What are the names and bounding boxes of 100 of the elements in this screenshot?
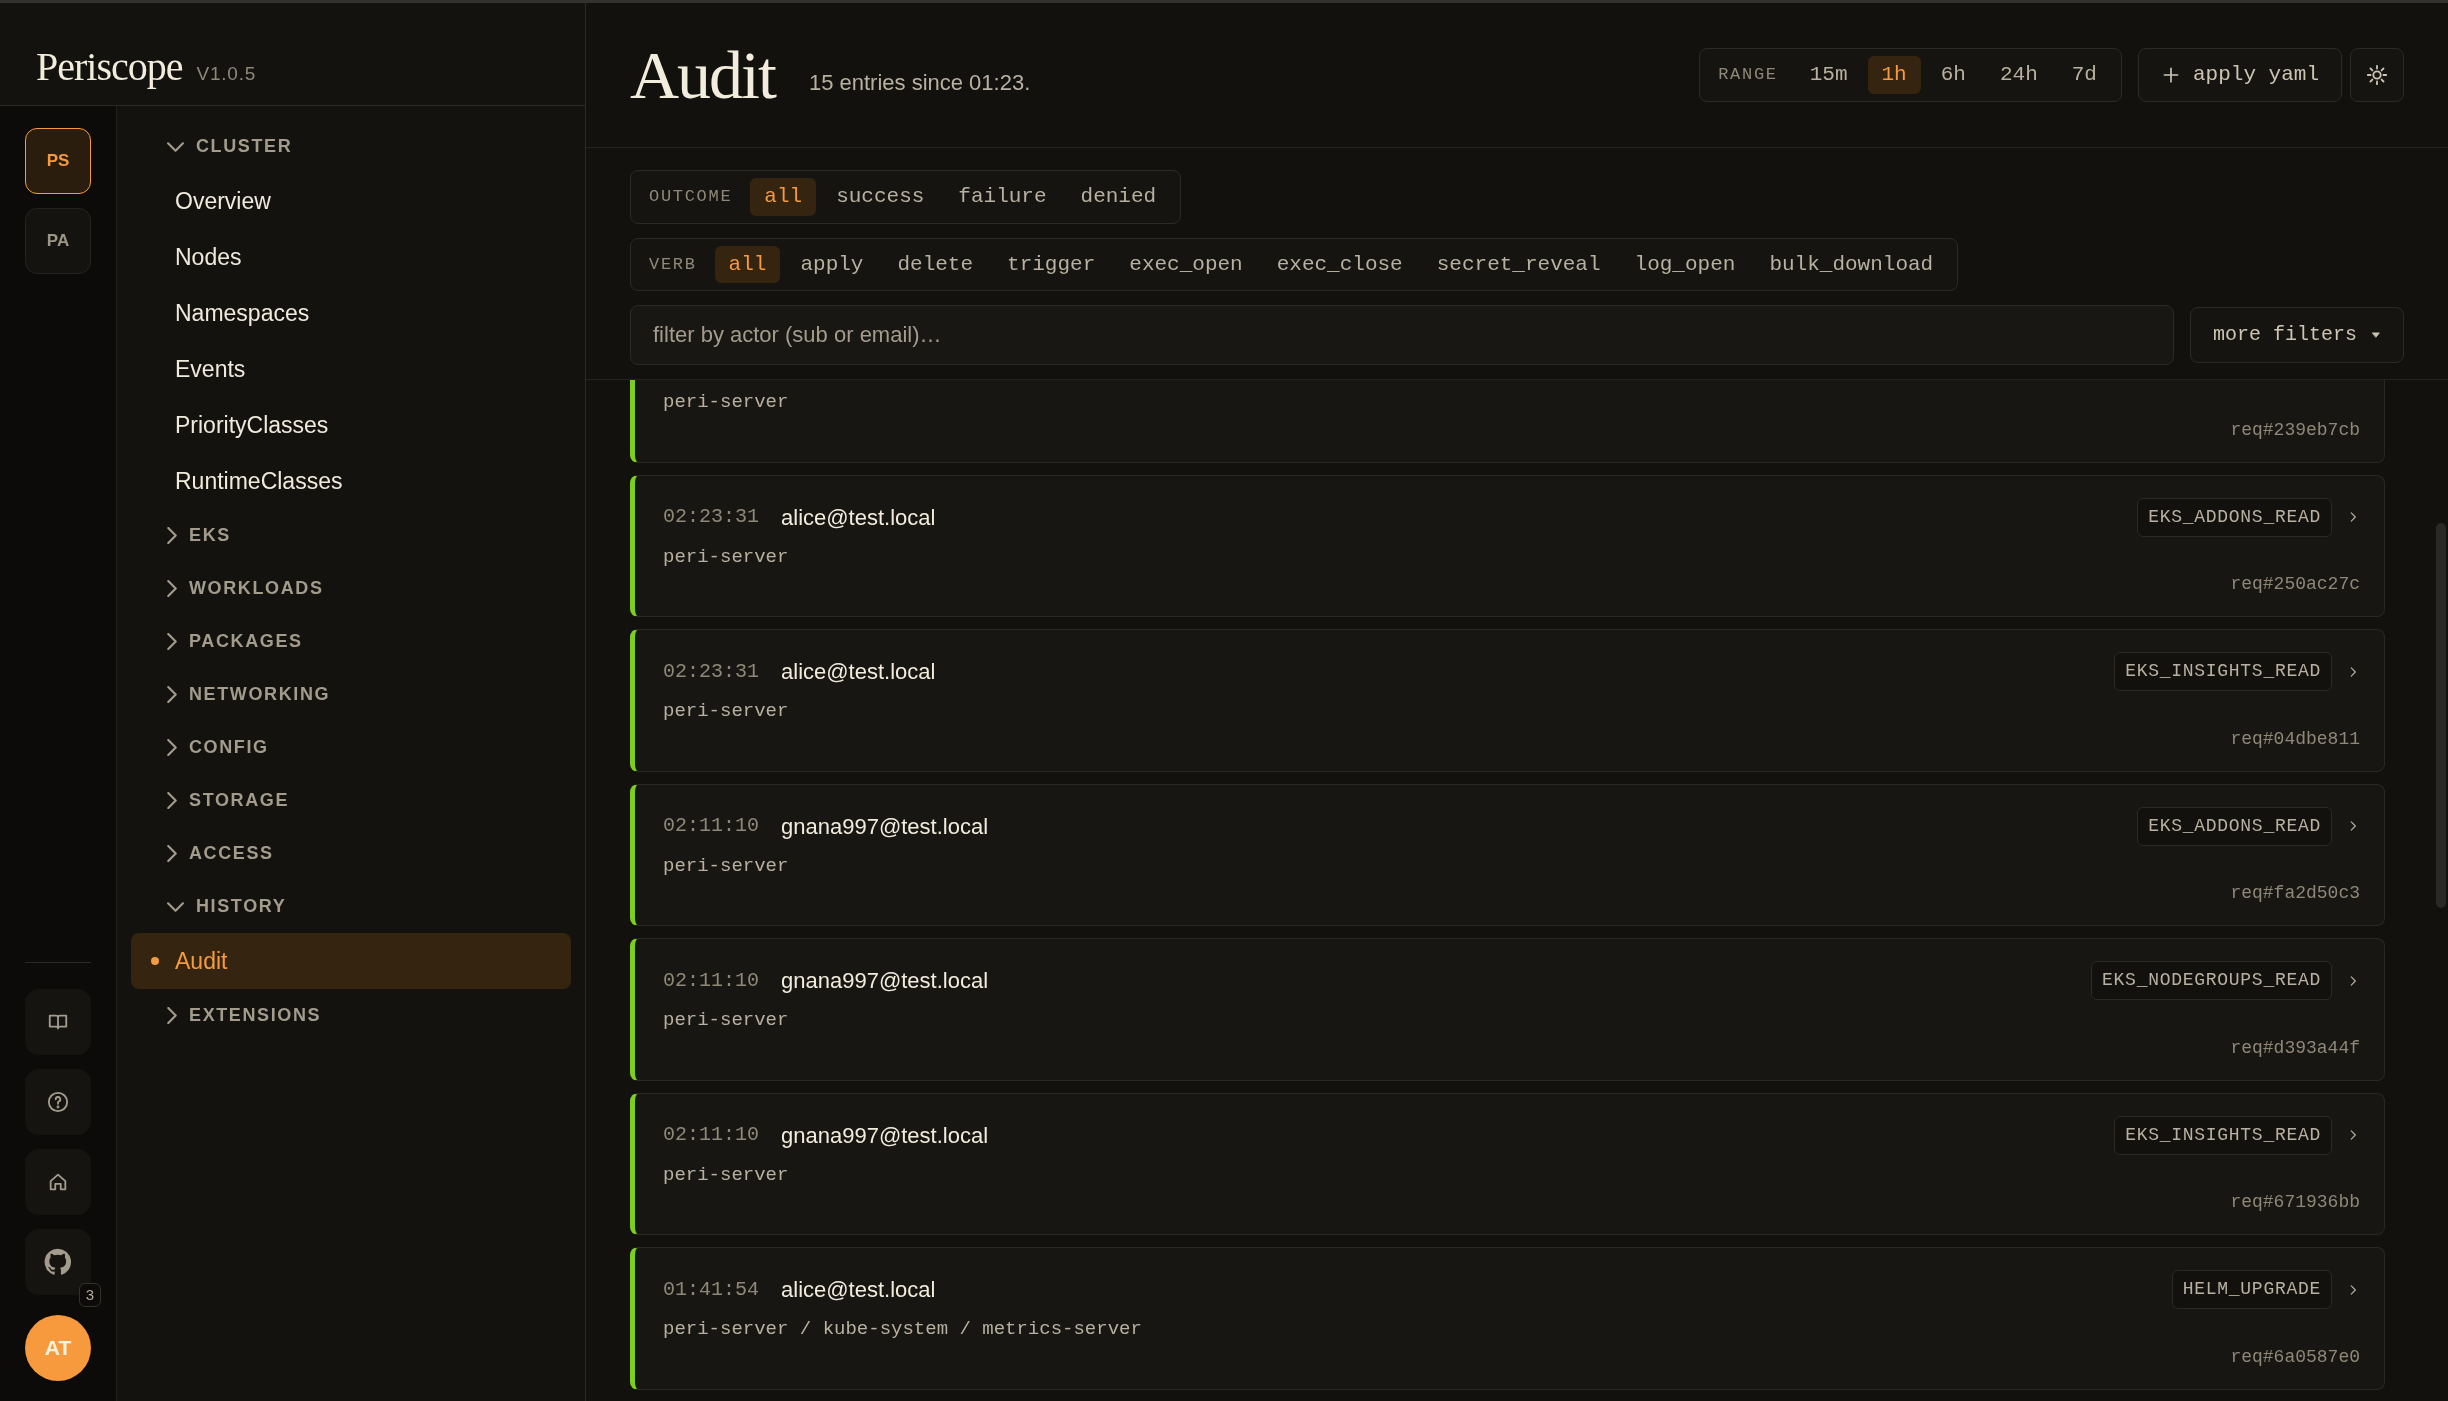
nav-item[interactable]: Namespaces [131, 285, 571, 341]
audit-entry-card[interactable]: 02:23:31 alice@test.local EKS_INSIGHTS_READ peri-server req#04dbe811 [630, 629, 2385, 772]
entry-actor: gnana997@test.local [781, 812, 989, 841]
entry-resource: peri-server [663, 390, 790, 415]
nav-section-toggle[interactable]: HISTORY [131, 880, 293, 933]
request-id: req#6a0587e0 [2230, 1345, 2360, 1369]
chevron-right-icon [167, 580, 177, 597]
chevron-right-icon [167, 527, 177, 544]
filter-option[interactable]: bulk_download [1755, 245, 1948, 283]
nav-section-toggle[interactable]: EKS [131, 509, 237, 562]
home-button[interactable] [25, 1149, 91, 1215]
filter-option[interactable]: delete [883, 245, 988, 283]
entry-resource: peri-server [663, 544, 790, 570]
actor-search-field[interactable]: filter by actor (sub or email)… [630, 305, 2174, 365]
nav-section-toggle[interactable]: WORKLOADS [131, 562, 330, 615]
entry-time: 02:23:31 [663, 504, 759, 530]
filter-option[interactable]: exec_close [1262, 245, 1417, 283]
entry-resource: peri-server [663, 1008, 790, 1033]
chevron-down-icon [167, 901, 184, 912]
nav-item[interactable]: Nodes [131, 229, 571, 285]
entry-time: 02:11:10 [663, 1122, 759, 1148]
audit-entry-card[interactable]: 01:41:54 alice@test.local HELM_UPGRADE peri-server / kube-system / metrics-server req#6a0587e0 [630, 1247, 2385, 1390]
entry-actor: alice@test.local [781, 1276, 936, 1304]
filter-option[interactable]: 24h [1985, 56, 2052, 94]
filter-option[interactable]: failure [944, 178, 1061, 216]
action-tag: HELM_UPGRADE [2171, 1270, 2332, 1309]
entry-actor: alice@test.local [781, 658, 936, 686]
chevron-right-icon [167, 739, 177, 756]
filter-label: OUTCOME [648, 186, 734, 208]
sun-icon [2366, 64, 2388, 86]
filter-option[interactable]: all [750, 178, 817, 216]
entry-resource: peri-server [663, 853, 790, 879]
nav-item[interactable]: RuntimeClasses [131, 453, 571, 509]
filter-option[interactable]: 1h [1867, 56, 1921, 94]
entry-time: 02:11:10 [663, 813, 759, 839]
app-logo-text: Periscope [36, 43, 183, 91]
filter-option[interactable]: 6h [1926, 56, 1980, 94]
nav-section-toggle[interactable]: CONFIG [131, 721, 275, 774]
chevron-down-icon [167, 141, 184, 152]
request-id: req#671936bb [2230, 1191, 2360, 1214]
chevron-right-icon [167, 633, 177, 650]
chevron-right-icon [167, 845, 177, 862]
entry-actor: gnana997@test.local [781, 1121, 989, 1150]
apply-yaml-button[interactable]: apply yaml [2137, 48, 2342, 102]
nav-section-toggle[interactable]: NETWORKING [131, 668, 337, 721]
request-id: req#239eb7cb [2230, 418, 2360, 442]
nav-item[interactable]: Audit [131, 933, 571, 989]
audit-entry-card[interactable]: 02:11:10 gnana997@test.local EKS_INSIGHTS_READ peri-server req#671936bb [630, 1092, 2385, 1235]
audit-entry-card[interactable]: peri-server req#239eb7cb [630, 380, 2385, 463]
entry-time: 02:23:31 [663, 658, 759, 685]
filter-option[interactable]: all [714, 245, 781, 283]
entry-summary: 15 entries since 01:23. [808, 68, 1031, 97]
filter-option[interactable]: trigger [993, 245, 1110, 283]
audit-entry-card[interactable]: 02:11:10 gnana997@test.local EKS_ADDONS_READ peri-server req#fa2d50c3 [630, 783, 2385, 926]
github-icon [42, 1246, 74, 1278]
filter-option[interactable]: secret_reveal [1422, 245, 1615, 283]
more-filters-button[interactable]: more filters [2189, 307, 2404, 363]
filter-option[interactable]: 7d [2057, 56, 2111, 94]
audit-entry-card[interactable]: 02:11:10 gnana997@test.local EKS_NODEGROUPS_READ peri-server req#d393a44f [630, 938, 2385, 1081]
theme-toggle-button[interactable] [2350, 48, 2404, 102]
nav-item[interactable]: Events [131, 341, 571, 397]
nav-section-toggle[interactable]: CLUSTER [131, 120, 299, 173]
request-id: req#fa2d50c3 [2230, 882, 2360, 905]
filter-option[interactable]: denied [1066, 178, 1171, 216]
request-id: req#250ac27c [2230, 573, 2360, 596]
request-id: req#d393a44f [2230, 1036, 2360, 1060]
filter-option[interactable]: success [822, 178, 939, 216]
page-title: Audit [630, 41, 775, 109]
nav-section-toggle[interactable]: EXTENSIONS [131, 989, 328, 1042]
filter-option[interactable]: log_open [1620, 245, 1750, 283]
filter-option[interactable]: 15m [1795, 56, 1862, 94]
help-button[interactable] [25, 1069, 91, 1135]
entry-time: 01:41:54 [663, 1276, 759, 1303]
action-tag: EKS_ADDONS_READ [2137, 806, 2332, 846]
entry-actor: gnana997@test.local [781, 967, 989, 995]
home-icon [47, 1171, 69, 1193]
book-button[interactable] [25, 989, 91, 1055]
filter-label: RANGE [1717, 64, 1779, 87]
cluster-button[interactable]: PS [25, 128, 91, 194]
action-tag: EKS_INSIGHTS_READ [2114, 1115, 2332, 1155]
action-tag: EKS_INSIGHTS_READ [2114, 652, 2332, 691]
scrollbar-thumb[interactable] [2436, 523, 2446, 908]
nav-item[interactable]: Overview [131, 173, 571, 229]
nav-section-toggle[interactable]: ACCESS [131, 827, 280, 880]
entry-resource: peri-server [663, 699, 790, 724]
entry-resource: peri-server [663, 1162, 790, 1188]
chevron-right-icon [167, 792, 177, 809]
nav-section-toggle[interactable]: PACKAGES [131, 615, 309, 668]
chevron-right-icon [167, 686, 177, 703]
nav-item[interactable]: PriorityClasses [131, 397, 571, 453]
caret-down-icon [2371, 330, 2381, 340]
audit-entry-card[interactable]: 02:23:31 alice@test.local EKS_ADDONS_READ peri-server req#250ac27c [630, 474, 2385, 617]
action-tag: EKS_ADDONS_READ [2137, 497, 2332, 537]
nav-section-toggle[interactable]: STORAGE [131, 774, 296, 827]
filter-option[interactable]: apply [786, 245, 878, 283]
request-id: req#04dbe811 [2230, 727, 2360, 751]
cluster-button[interactable]: PA [25, 208, 91, 274]
chevron-right-icon [167, 1007, 177, 1024]
filter-option[interactable]: exec_open [1115, 245, 1257, 283]
entry-actor: alice@test.local [781, 503, 936, 532]
